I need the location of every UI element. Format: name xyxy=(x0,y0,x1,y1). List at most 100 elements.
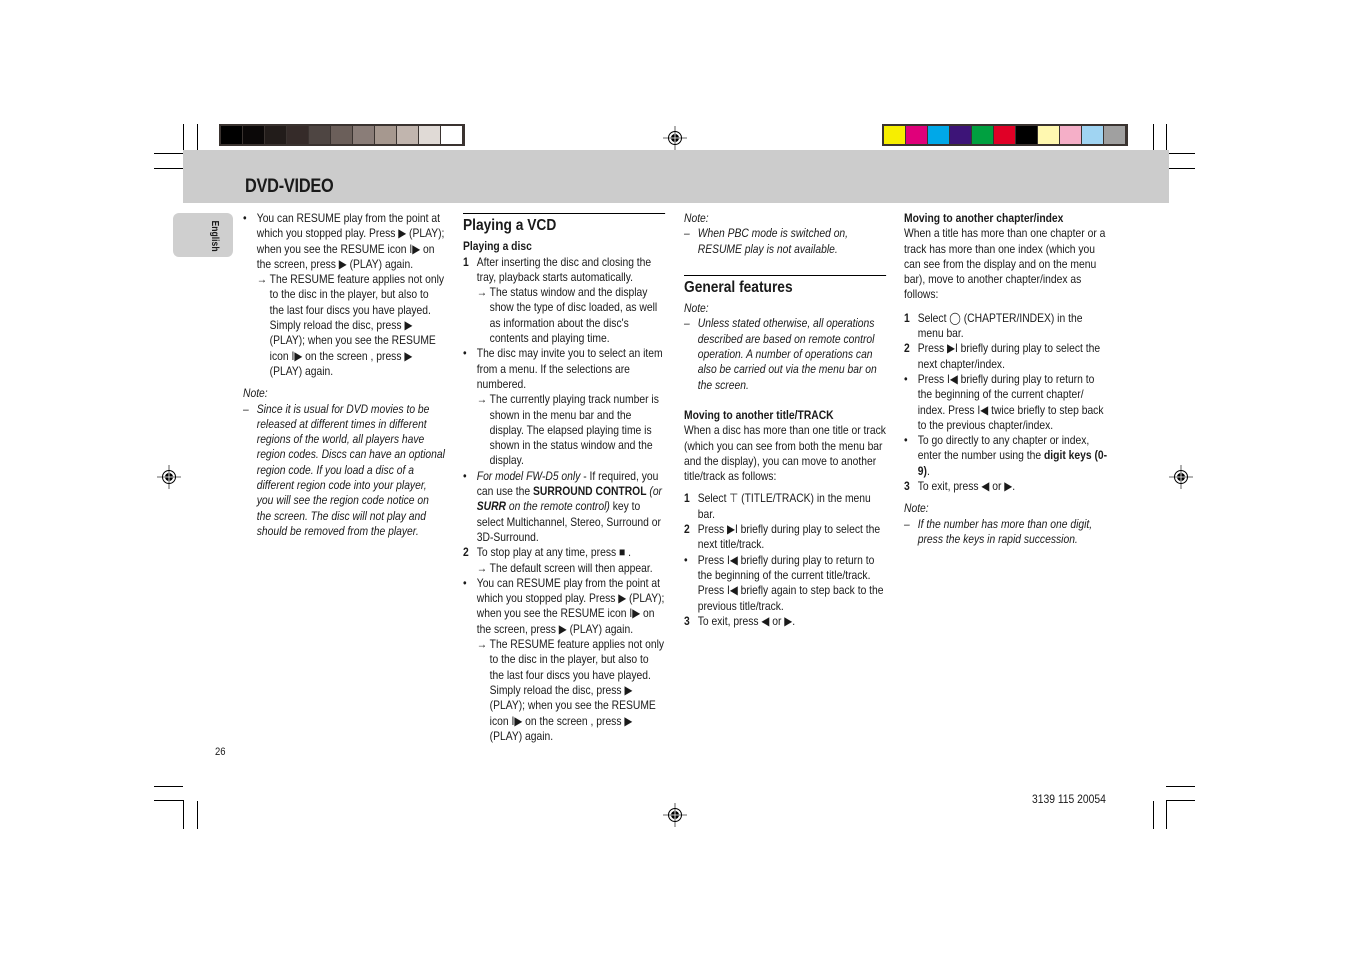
step-item: 2 Press ▶I briefly during play to select … xyxy=(904,341,1110,372)
dash: – xyxy=(684,226,690,241)
arrow-text: The default screen will then appear. xyxy=(489,560,653,575)
crop-mark xyxy=(1166,153,1195,154)
column-4: Moving to another chapter/index When a t… xyxy=(904,211,1110,547)
step-number: 2 xyxy=(463,545,469,560)
text: (or xyxy=(646,484,662,499)
crop-mark xyxy=(154,800,183,801)
bullet-text: Press I◀ briefly during play to return t… xyxy=(697,552,884,613)
page-number: 26 xyxy=(215,746,226,758)
crop-mark xyxy=(1166,800,1195,801)
step-item: 1 Select ⊤ (TITLE/TRACK) in the menu bar. xyxy=(684,491,886,522)
bullet: • xyxy=(904,371,908,386)
color-swatch xyxy=(1104,126,1125,144)
step-text: Select ⊤ (TITLE/TRACK) in the menu bar. xyxy=(697,491,871,521)
step-number: 1 xyxy=(904,310,910,325)
step-item: 1 Select ◯ (CHAPTER/INDEX) in the menu ba… xyxy=(904,311,1110,342)
step-item: 1 After inserting the disc and closing th… xyxy=(463,255,665,286)
step-text: Press ▶I briefly during play to select t… xyxy=(697,522,881,552)
color-swatch xyxy=(994,126,1015,144)
crop-mark xyxy=(183,800,184,829)
step-text: To exit, press ◀ or ▶. xyxy=(917,479,1016,494)
step-number: 1 xyxy=(684,491,690,506)
color-swatch xyxy=(353,126,374,144)
step-text: To exit, press ◀ or ▶. xyxy=(697,613,796,628)
bullet-text: You can RESUME play from the point at wh… xyxy=(476,575,665,636)
heading-playing-vcd: Playing a VCD xyxy=(463,213,666,234)
note-text: If the number has more than one digit, p… xyxy=(917,516,1093,546)
dash: – xyxy=(904,516,910,531)
note-text: Unless stated otherwise, all operations … xyxy=(697,316,877,392)
language-label: English xyxy=(209,220,220,252)
arrow-text: The RESUME feature applies not only to t… xyxy=(489,637,665,743)
surround-control-key: SURROUND CONTROL xyxy=(532,484,647,499)
list-item: • Press I◀ briefly during play to return … xyxy=(684,553,886,614)
step-text: To stop play at any time, press ■ . xyxy=(476,545,631,560)
color-swatch xyxy=(419,126,440,144)
color-swatch xyxy=(884,126,905,144)
bullet: • xyxy=(463,575,467,590)
language-tab: English xyxy=(173,213,233,257)
color-swatch xyxy=(397,126,418,144)
note-item: – Unless stated otherwise, all operations… xyxy=(684,316,886,392)
note-label: Note: xyxy=(904,501,929,516)
list-item: → The RESUME feature applies not only to … xyxy=(257,272,445,379)
step-number: 2 xyxy=(904,341,910,356)
color-swatch xyxy=(331,126,352,144)
step-item: 3 To exit, press ◀ or ▶. xyxy=(904,479,1110,494)
step-text: After inserting the disc and closing the… xyxy=(476,254,652,284)
registration-mark-icon xyxy=(1169,465,1193,489)
bullet: • xyxy=(243,211,247,225)
document-code: 3139 115 20054 xyxy=(1032,792,1106,806)
color-swatch xyxy=(265,126,286,144)
step-number: 3 xyxy=(904,479,910,494)
dash: – xyxy=(243,401,249,416)
color-swatch xyxy=(1060,126,1081,144)
color-swatch xyxy=(309,126,330,144)
list-item: → The status window and the display show … xyxy=(477,285,665,346)
crop-mark xyxy=(154,786,183,787)
bullet: • xyxy=(463,468,467,483)
subheading-playing-disc: Playing a disc xyxy=(463,239,532,254)
column-2: Playing a VCD Playing a disc 1 After inse… xyxy=(463,213,666,744)
color-swatch xyxy=(441,126,462,144)
arrow-icon: → xyxy=(476,285,488,300)
color-swatch xyxy=(972,126,993,144)
list-item: • To go directly to any chapter or index,… xyxy=(904,433,1110,479)
color-swatch xyxy=(1016,126,1037,144)
list-item: → The currently playing track number is s… xyxy=(477,392,665,468)
color-swatch xyxy=(287,126,308,144)
bullet: • xyxy=(684,552,688,567)
registration-mark-icon xyxy=(663,803,687,827)
crop-mark xyxy=(1169,168,1195,169)
intro-text: When a disc has more than one title or t… xyxy=(684,423,886,484)
heading-general-features: General features xyxy=(684,274,887,296)
list-item: • Press I◀ briefly during play to return … xyxy=(904,372,1110,433)
column-1: • You can RESUME play from the point at w… xyxy=(243,211,445,539)
subheading-chapter-index: Moving to another chapter/index xyxy=(904,211,1064,225)
crop-mark xyxy=(197,801,198,829)
text: . xyxy=(926,463,930,478)
color-swatch xyxy=(950,126,971,144)
list-item: • You can RESUME play from the point at w… xyxy=(243,211,445,272)
arrow-icon: → xyxy=(476,560,488,575)
list-item: • The disc may invite you to select an it… xyxy=(463,346,665,392)
arrow-icon: → xyxy=(476,637,488,652)
subheading-title-track: Moving to another title/TRACK xyxy=(684,407,834,422)
note-item: – When PBC mode is switched on, RESUME pl… xyxy=(684,226,886,257)
arrow-text: The status window and the display show t… xyxy=(489,285,658,346)
note-label: Note: xyxy=(684,301,709,316)
color-swatch xyxy=(243,126,264,144)
step-number: 3 xyxy=(684,613,690,628)
registration-mark-icon xyxy=(157,465,181,489)
model-note: For model FW-D5 only xyxy=(476,468,581,483)
dash: – xyxy=(684,316,690,331)
registration-mark-icon xyxy=(663,126,687,150)
column-3: Note: – When PBC mode is switched on, RES… xyxy=(684,211,887,629)
text: on the remote control) xyxy=(506,499,610,514)
bullet-text: Press I◀ briefly during play to return t… xyxy=(917,371,1104,432)
crop-mark xyxy=(1153,801,1154,829)
list-item: → The RESUME feature applies not only to … xyxy=(477,637,665,744)
section-title: DVD-VIDEO xyxy=(245,176,334,197)
list-item: → The default screen will then appear. xyxy=(477,561,665,576)
cmyk-color-bar xyxy=(882,124,1128,146)
